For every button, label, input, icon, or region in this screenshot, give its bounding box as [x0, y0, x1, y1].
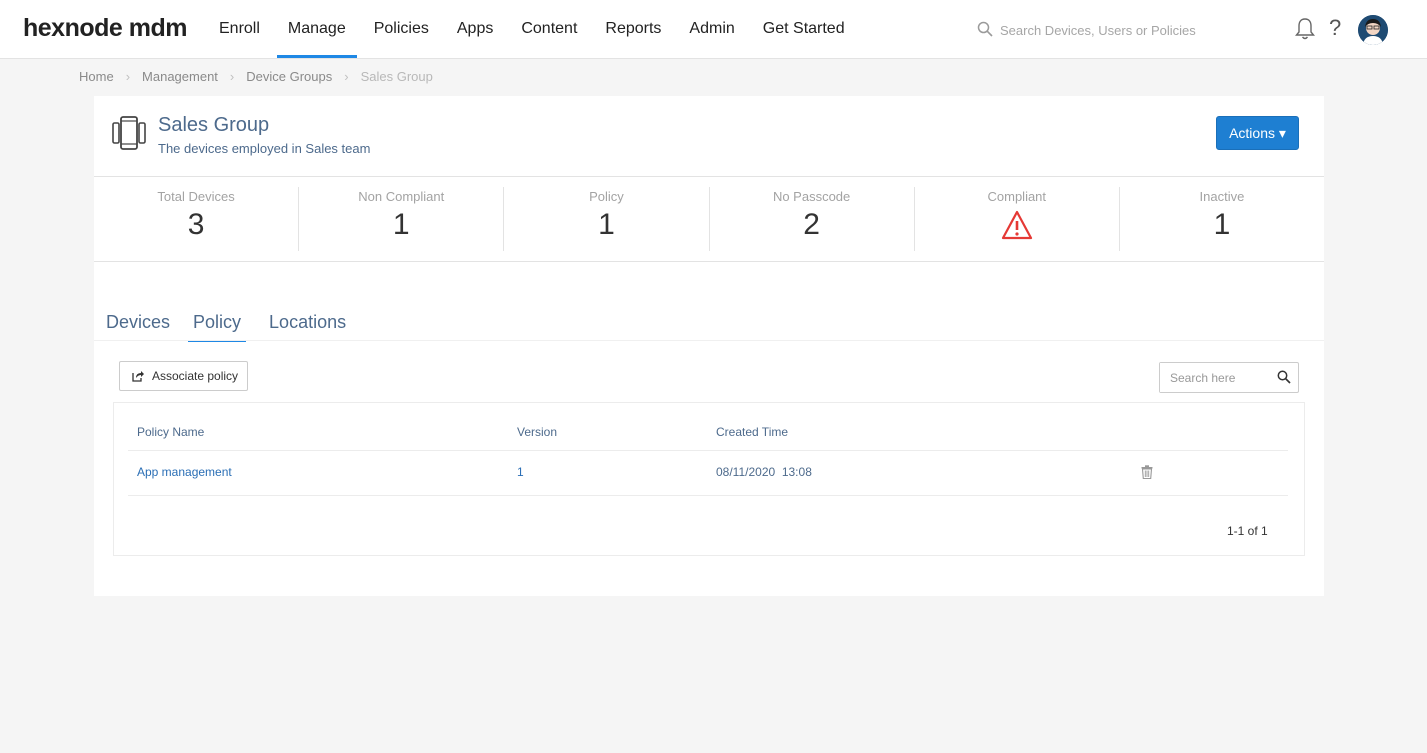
policy-search-box [1159, 362, 1299, 393]
search-icon[interactable] [1277, 370, 1291, 384]
associate-policy-button[interactable]: Associate policy [119, 361, 248, 391]
nav-content[interactable]: Content [510, 0, 588, 58]
stat-label: No Passcode [772, 189, 851, 204]
nav-admin[interactable]: Admin [678, 0, 745, 58]
group-detail-card: Sales Group The devices employed in Sale… [94, 96, 1324, 596]
warning-icon [1001, 210, 1032, 240]
stat-value: 2 [803, 208, 820, 241]
policy-created-time: 08/11/2020 13:08 [716, 465, 812, 479]
column-header-version[interactable]: Version [517, 425, 557, 439]
breadcrumb-device-groups[interactable]: Device Groups [246, 69, 332, 84]
policy-version: 1 [517, 465, 524, 479]
user-avatar-icon [1358, 15, 1388, 45]
tab-policy[interactable]: Policy [188, 310, 247, 342]
avatar[interactable] [1358, 15, 1388, 45]
page-title: Sales Group [158, 114, 270, 136]
stat-label: Policy [589, 189, 624, 204]
help-icon[interactable]: ? [1329, 15, 1341, 41]
stat-inactive[interactable]: Inactive 1 [1120, 187, 1324, 251]
tab-locations[interactable]: Locations [269, 310, 346, 342]
stat-no-passcode[interactable]: No Passcode 2 [710, 187, 915, 251]
search-icon [977, 21, 993, 37]
global-search-input[interactable] [1000, 19, 1260, 41]
stat-value: 3 [187, 208, 205, 241]
stat-label: Total Devices [157, 189, 235, 204]
stat-compliant[interactable]: Compliant [915, 187, 1120, 251]
breadcrumb-sales-group: Sales Group [360, 69, 433, 84]
chevron-right-icon: › [229, 69, 235, 84]
stat-value: 1 [598, 208, 615, 241]
policy-name-link[interactable]: App management [137, 465, 232, 479]
nav-apps[interactable]: Apps [446, 0, 504, 58]
share-icon [132, 371, 144, 382]
main-nav: Enroll Manage Policies Apps Content Repo… [208, 0, 862, 58]
trash-icon[interactable] [1141, 465, 1153, 479]
breadcrumb-management[interactable]: Management [142, 69, 218, 84]
stat-value: 1 [1213, 208, 1231, 241]
stat-policy[interactable]: Policy 1 [504, 187, 710, 251]
pagination-info: 1-1 of 1 [1227, 524, 1268, 538]
row-divider [128, 495, 1288, 496]
nav-manage[interactable]: Manage [276, 0, 357, 58]
stat-total-devices[interactable]: Total Devices 3 [94, 187, 300, 251]
nav-enroll[interactable]: Enroll [208, 0, 271, 58]
tabs-divider [94, 340, 1324, 341]
bell-icon[interactable] [1294, 17, 1316, 41]
device-group-icon [112, 116, 146, 150]
policy-search-input[interactable] [1160, 363, 1270, 392]
column-header-policy-name[interactable]: Policy Name [137, 425, 204, 439]
actions-dropdown-button[interactable]: Actions ▾ [1216, 116, 1299, 150]
group-tabs: Devices Policy Locations [106, 310, 369, 342]
tab-devices[interactable]: Devices [106, 310, 170, 342]
row-divider [128, 450, 1288, 451]
stats-bar: Total Devices 3 Non Compliant 1 Policy 1… [94, 176, 1324, 262]
group-description: The devices employed in Sales team [158, 141, 371, 156]
nav-get-started[interactable]: Get Started [752, 0, 856, 58]
stat-value: 1 [392, 208, 410, 241]
breadcrumb-home[interactable]: Home [79, 69, 114, 84]
top-navbar: hexnode mdm Enroll Manage Policies Apps … [0, 0, 1427, 59]
policy-table: Policy Name Version Created Time App man… [113, 402, 1305, 556]
hexnode-logo[interactable]: hexnode mdm [23, 14, 187, 43]
stat-label: Inactive [1199, 189, 1245, 204]
chevron-right-icon: › [125, 69, 131, 84]
chevron-right-icon: › [344, 69, 349, 84]
stat-label: Non Compliant [358, 189, 445, 204]
column-header-created-time[interactable]: Created Time [716, 425, 788, 439]
associate-policy-label: Associate policy [152, 369, 239, 383]
nav-policies[interactable]: Policies [363, 0, 440, 58]
breadcrumb: Home › Management › Device Groups › Sale… [79, 69, 433, 84]
stat-non-compliant[interactable]: Non Compliant 1 [299, 187, 505, 251]
nav-reports[interactable]: Reports [594, 0, 672, 58]
stat-label: Compliant [987, 189, 1047, 204]
